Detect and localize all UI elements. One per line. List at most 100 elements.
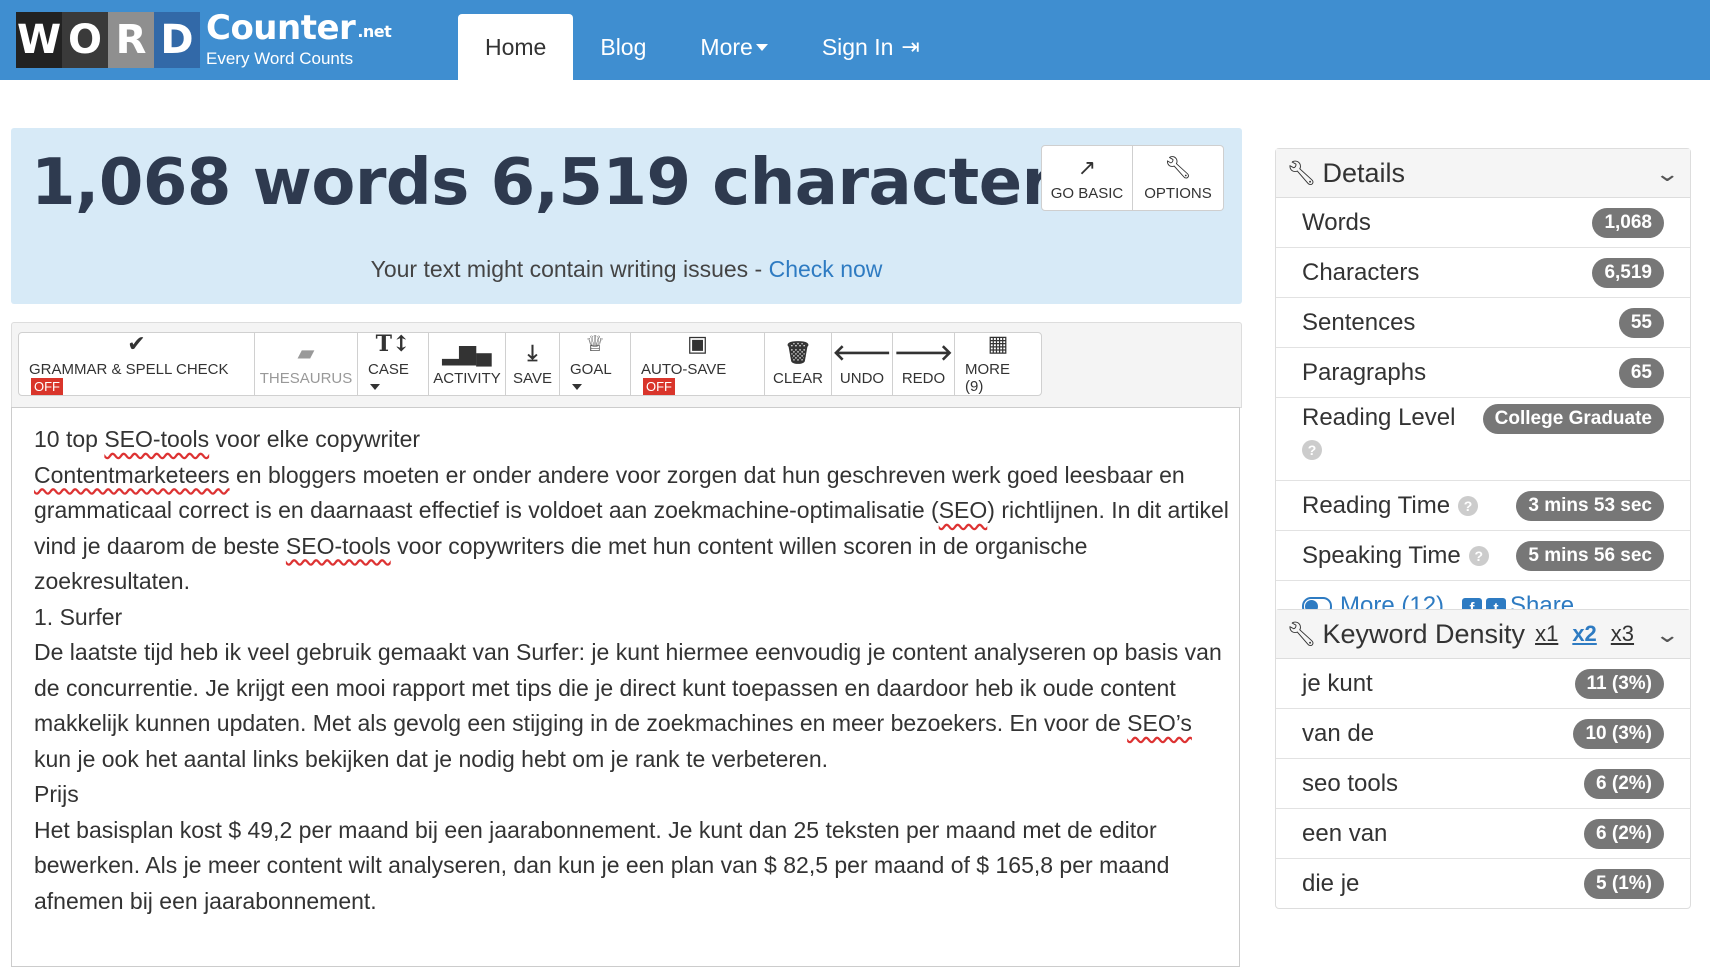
keyword-row: die je 5 (1%)	[1276, 859, 1690, 908]
autosave-off-badge: OFF	[643, 378, 675, 395]
spelling-error[interactable]: Contentmarketeers	[34, 462, 230, 488]
undo-button[interactable]: 🡐 UNDO	[831, 332, 893, 396]
details-header[interactable]: 🔧︎ Details ⌄	[1276, 149, 1690, 198]
go-basic-button[interactable]: ↗ GO BASIC	[1041, 145, 1133, 211]
detail-label: Characters	[1302, 258, 1420, 286]
keyword-row: je kunt 11 (3%)	[1276, 659, 1690, 709]
grammar-label: GRAMMAR & SPELL CHECK	[29, 361, 229, 378]
nav-home[interactable]: Home	[458, 14, 574, 80]
detail-label: Paragraphs	[1302, 358, 1427, 386]
more-tools-button[interactable]: ▦ MORE (9)	[954, 332, 1042, 396]
goal-label: GOAL	[570, 361, 612, 378]
trash-icon: 🗑︎	[784, 339, 812, 365]
chevron-down-icon[interactable]: ⌄	[1654, 161, 1680, 187]
editor-paragraph: Het basisplan kost $ 49,2 per maand bij …	[34, 816, 1170, 914]
logo-main: Counter .net	[206, 8, 392, 49]
keyword-phrase: seo tools	[1302, 769, 1399, 797]
autosave-label-wrap: AUTO-SAVE OFF	[641, 361, 754, 395]
details-card: 🔧︎ Details ⌄ Words 1,068 Characters 6,51…	[1275, 148, 1691, 631]
check-icon: ✔	[127, 331, 146, 356]
question-icon[interactable]: ?	[1458, 496, 1479, 517]
spelling-error[interactable]: SEO-tools	[104, 426, 209, 452]
floppy-disk-icon: ▣	[687, 331, 708, 356]
details-title: Details	[1322, 157, 1405, 188]
detail-row-words: Words 1,068	[1276, 198, 1690, 248]
nav-signin[interactable]: Sign In ⇥	[795, 14, 947, 80]
download-file-icon: ⤓	[527, 339, 538, 365]
clear-button[interactable]: 🗑︎ CLEAR	[764, 332, 832, 396]
redo-button[interactable]: 🡒 REDO	[892, 332, 955, 396]
text-editor[interactable]: 10 top SEO-tools voor elke copywriter Co…	[11, 407, 1240, 967]
editor-text: kun je ook het aantal links bekijken dat…	[34, 745, 828, 772]
grammar-label-wrap: GRAMMAR & SPELL CHECK OFF	[29, 361, 244, 395]
density-x1-link[interactable]: x1	[1535, 621, 1558, 647]
redo-label: REDO	[901, 369, 946, 387]
nav-blog[interactable]: Blog	[573, 14, 673, 80]
editor-content[interactable]: 10 top SEO-tools voor elke copywriter Co…	[34, 422, 1234, 919]
reading-level-left: Reading Level ?	[1302, 404, 1455, 460]
goal-label-wrap: GOAL	[570, 361, 620, 395]
keyword-density-title: Keyword Density	[1322, 618, 1526, 649]
auto-save-button[interactable]: ▣ AUTO-SAVE OFF	[630, 332, 765, 396]
detail-label: Sentences	[1302, 308, 1416, 336]
logo-main-word: Counter	[206, 8, 356, 48]
density-x3-link[interactable]: x3	[1611, 621, 1634, 647]
count-panel: 1,068 words 6,519 characters ↗ GO BASIC …	[11, 128, 1242, 304]
density-x2-link[interactable]: x2	[1572, 621, 1596, 647]
editor-paragraph: Contentmarketeers en bloggers moeten er …	[34, 458, 1234, 600]
goal-button[interactable]: ♕ GOAL	[559, 332, 631, 396]
case-button[interactable]: T↕ CASE	[357, 332, 429, 396]
keyword-row: een van 6 (2%)	[1276, 809, 1690, 859]
arrow-left-icon: 🡐	[832, 339, 892, 365]
logo-tile-w: W	[16, 12, 62, 68]
keyword-phrase: die je	[1302, 869, 1360, 897]
detail-row-sentences: Sentences 55	[1276, 298, 1690, 348]
nav-more[interactable]: More	[673, 14, 794, 80]
editor-paragraph: 1. Surfer	[34, 603, 123, 630]
detail-label: Reading Time	[1302, 491, 1451, 519]
speaking-time-left: Speaking Time?	[1302, 542, 1489, 570]
options-button[interactable]: 🔧︎ OPTIONS	[1133, 145, 1224, 211]
save-button[interactable]: ⤓ SAVE	[505, 332, 560, 396]
question-icon[interactable]: ?	[1302, 440, 1322, 460]
reading-time-left: Reading Time?	[1302, 491, 1479, 520]
detail-row-reading-level: Reading Level ? College Graduate	[1276, 398, 1690, 481]
question-icon[interactable]: ?	[1468, 546, 1489, 567]
logo-tld: .net	[357, 22, 392, 41]
keyword-phrase: je kunt	[1302, 669, 1373, 697]
caret-down-icon	[370, 384, 380, 391]
detail-label: Reading Level	[1302, 404, 1456, 431]
text-height-icon: T↕	[375, 331, 411, 357]
grammar-spell-check-button[interactable]: ✔ GRAMMAR & SPELL CHECK OFF	[18, 332, 255, 396]
detail-value-badge: 3 mins 53 sec	[1516, 490, 1664, 521]
toolbar-buttons: ✔ GRAMMAR & SPELL CHECK OFF ▰ THESAURUS …	[18, 332, 1042, 396]
chevron-down-icon[interactable]: ⌄	[1654, 622, 1680, 648]
spelling-error[interactable]: SEO-tools	[286, 533, 391, 559]
arrow-right-icon: 🡒	[894, 339, 953, 365]
detail-value-badge: College Graduate	[1482, 404, 1664, 434]
undo-label: UNDO	[839, 369, 885, 387]
thesaurus-button[interactable]: ▰ THESAURUS	[254, 332, 358, 396]
trophy-icon: ♕	[585, 331, 605, 356]
check-now-link[interactable]: Check now	[769, 256, 883, 282]
clear-label: CLEAR	[772, 369, 824, 387]
site-logo[interactable]: W O R D Counter .net Every Word Counts	[16, 8, 392, 68]
logo-tile-o: O	[62, 12, 108, 68]
caret-down-icon	[755, 43, 768, 51]
spelling-error[interactable]: SEO	[939, 497, 988, 523]
detail-row-speaking-time: Speaking Time? 5 mins 56 sec	[1276, 531, 1690, 581]
keyword-row: seo tools 6 (2%)	[1276, 759, 1690, 809]
editor-text: 10 top	[34, 426, 105, 452]
wrench-icon: 🔧︎	[1286, 620, 1317, 648]
word-character-count: 1,068 words 6,519 characters	[31, 146, 1091, 220]
detail-value-badge: 6,519	[1592, 257, 1664, 288]
panel-buttons: ↗ GO BASIC 🔧︎ OPTIONS	[1041, 145, 1224, 211]
go-basic-label: GO BASIC	[1050, 184, 1124, 202]
activity-button[interactable]: ▂▆▄ ACTIVITY	[428, 332, 506, 396]
keyword-count-badge: 10 (3%)	[1573, 718, 1664, 749]
spelling-error[interactable]: SEO’s	[1127, 710, 1192, 736]
save-label: SAVE	[513, 369, 552, 387]
keyword-phrase: van de	[1302, 719, 1375, 747]
editor-text: De laatste tijd heb ik veel gebruik gema…	[34, 639, 1222, 736]
detail-label: Words	[1302, 208, 1371, 236]
